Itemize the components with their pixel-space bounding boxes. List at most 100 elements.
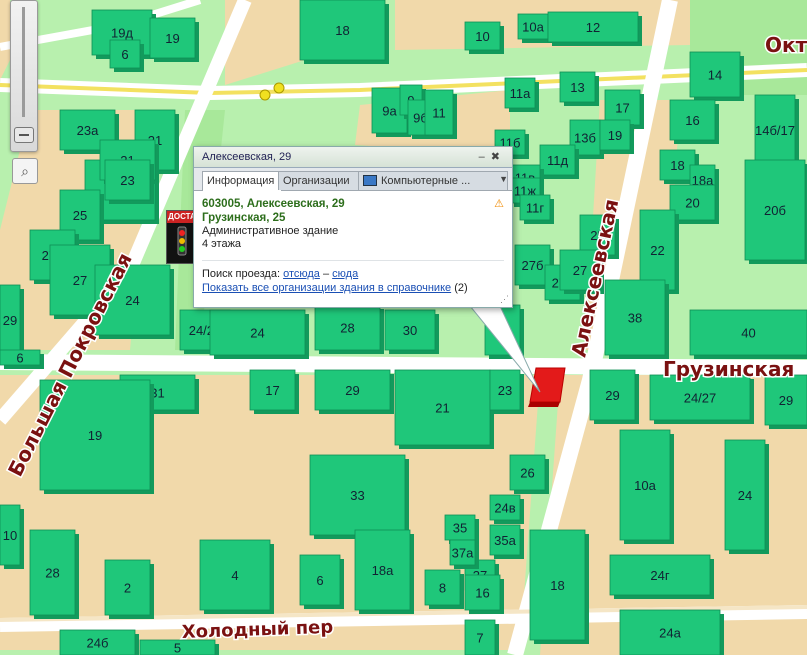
building[interactable]: 24/27	[649, 374, 754, 424]
building-number: 11	[432, 106, 446, 121]
building-number: 13б	[574, 131, 596, 146]
building[interactable]: 13	[559, 71, 599, 106]
building[interactable]: 19	[599, 119, 634, 154]
building-number: 23	[498, 383, 512, 398]
building[interactable]: 11а	[504, 77, 539, 112]
popup-tabs: Информация Организации Компьютерные ... …	[194, 168, 512, 191]
building[interactable]: 6	[299, 554, 344, 609]
building[interactable]: 16	[464, 574, 504, 614]
building-number: 14	[708, 68, 722, 83]
close-icon[interactable]: ✖	[491, 151, 506, 163]
building-number: 22	[650, 243, 664, 258]
address-line-2: Грузинская, 25	[202, 212, 286, 224]
building[interactable]: 24в	[489, 494, 524, 524]
tab-computers[interactable]: Компьютерные ...	[358, 171, 508, 190]
building[interactable]: 20б	[744, 159, 807, 264]
building[interactable]: 23	[489, 369, 524, 414]
building-number: 29	[605, 388, 619, 403]
building-number: 35	[453, 521, 467, 536]
building[interactable]: 11д	[539, 144, 579, 179]
building-number: 25	[73, 208, 87, 223]
building[interactable]: 10	[0, 504, 24, 569]
building-number: 17	[265, 383, 279, 398]
building[interactable]: 29	[0, 284, 24, 359]
zoom-out-button[interactable]	[14, 127, 34, 143]
building[interactable]: 6	[109, 39, 144, 72]
building-number: 30	[403, 323, 417, 338]
building[interactable]: 7	[464, 619, 499, 655]
building[interactable]: 17	[249, 369, 299, 414]
building[interactable]: 24б	[59, 629, 139, 655]
building[interactable]: 29	[764, 374, 807, 429]
building-info-popup[interactable]: Алексеевская, 29 –✖ Информация Организац…	[193, 146, 513, 308]
building-number: 6	[16, 351, 23, 366]
building-number: 10а	[634, 478, 656, 493]
building[interactable]: 19	[149, 17, 199, 62]
resize-grip-icon[interactable]: ⋰	[500, 294, 509, 305]
building-number: 10	[475, 29, 489, 44]
building[interactable]: 21	[394, 369, 494, 449]
building[interactable]: 18	[529, 529, 589, 644]
building[interactable]: 24а	[619, 609, 724, 655]
route-search: Поиск проезда: отсюда – сюда	[202, 267, 504, 281]
zoom-slider[interactable]	[10, 0, 38, 152]
tabs-more-icon[interactable]: ▼	[499, 174, 508, 184]
building[interactable]: 8	[424, 569, 464, 609]
building[interactable]: 18	[299, 0, 389, 64]
route-to-link[interactable]: сюда	[332, 268, 358, 280]
building[interactable]: 5	[139, 639, 219, 655]
building-number: 23а	[77, 123, 99, 138]
tab-organizations[interactable]: Организации	[278, 171, 362, 190]
building[interactable]: 10а	[517, 13, 552, 43]
show-all-orgs-link[interactable]: Показать все организации здания в справо…	[202, 282, 451, 294]
popup-title-bar: Алексеевская, 29 –✖	[194, 147, 512, 168]
building[interactable]: 4	[199, 539, 274, 614]
building[interactable]: 24	[724, 439, 769, 554]
building[interactable]: 28	[29, 529, 79, 619]
building-number: 10	[3, 528, 17, 543]
building[interactable]: 38	[604, 279, 669, 359]
building-number: 33	[350, 488, 364, 503]
warning-icon: ⚠	[494, 198, 504, 210]
building[interactable]: 35а	[489, 524, 524, 559]
building[interactable]: 10	[464, 21, 504, 54]
magnifier-icon[interactable]: ⌕	[12, 158, 38, 184]
building-number: 35а	[494, 533, 516, 548]
building[interactable]: 11	[424, 89, 457, 139]
building[interactable]: 10а	[619, 429, 674, 544]
building[interactable]: 24г	[609, 554, 714, 599]
traffic-marker[interactable]	[259, 89, 271, 101]
building-number: 27	[73, 273, 87, 288]
building-number: 13	[570, 80, 584, 95]
building[interactable]: 11г	[519, 194, 554, 224]
minimize-icon[interactable]: –	[479, 151, 491, 163]
building[interactable]: 16	[669, 99, 719, 144]
building[interactable]: 29	[589, 369, 639, 424]
building[interactable]: 12	[547, 11, 642, 46]
building[interactable]: 33	[309, 454, 409, 539]
tab-information[interactable]: Информация	[202, 171, 282, 191]
building[interactable]: 18а	[354, 529, 414, 614]
building[interactable]: 29	[314, 369, 394, 414]
building-number: 16	[475, 586, 489, 601]
route-from-link[interactable]: отсюда	[283, 268, 320, 280]
building[interactable]: 28	[314, 304, 384, 354]
building[interactable]: 23	[104, 159, 154, 204]
building-number: 9а	[382, 104, 397, 119]
building-number: 18	[670, 158, 684, 173]
building[interactable]: 14б/17	[754, 94, 799, 169]
zoom-track[interactable]	[22, 7, 25, 117]
building[interactable]: 24	[209, 309, 309, 359]
building[interactable]: 6	[0, 349, 44, 369]
city-map[interactable]: 19д196181010а12149а99б1111а13171614б/171…	[0, 0, 807, 655]
building[interactable]: 26	[509, 454, 549, 494]
building-number: 40	[741, 326, 755, 341]
building[interactable]: 30	[384, 309, 439, 354]
building[interactable]: 40	[689, 309, 807, 359]
building[interactable]: 37а	[449, 539, 479, 569]
building[interactable]: 2	[104, 559, 154, 619]
building[interactable]: 14	[689, 51, 744, 101]
building-number: 8	[439, 581, 446, 596]
traffic-marker[interactable]	[273, 82, 285, 94]
building-number: 24	[125, 293, 139, 308]
